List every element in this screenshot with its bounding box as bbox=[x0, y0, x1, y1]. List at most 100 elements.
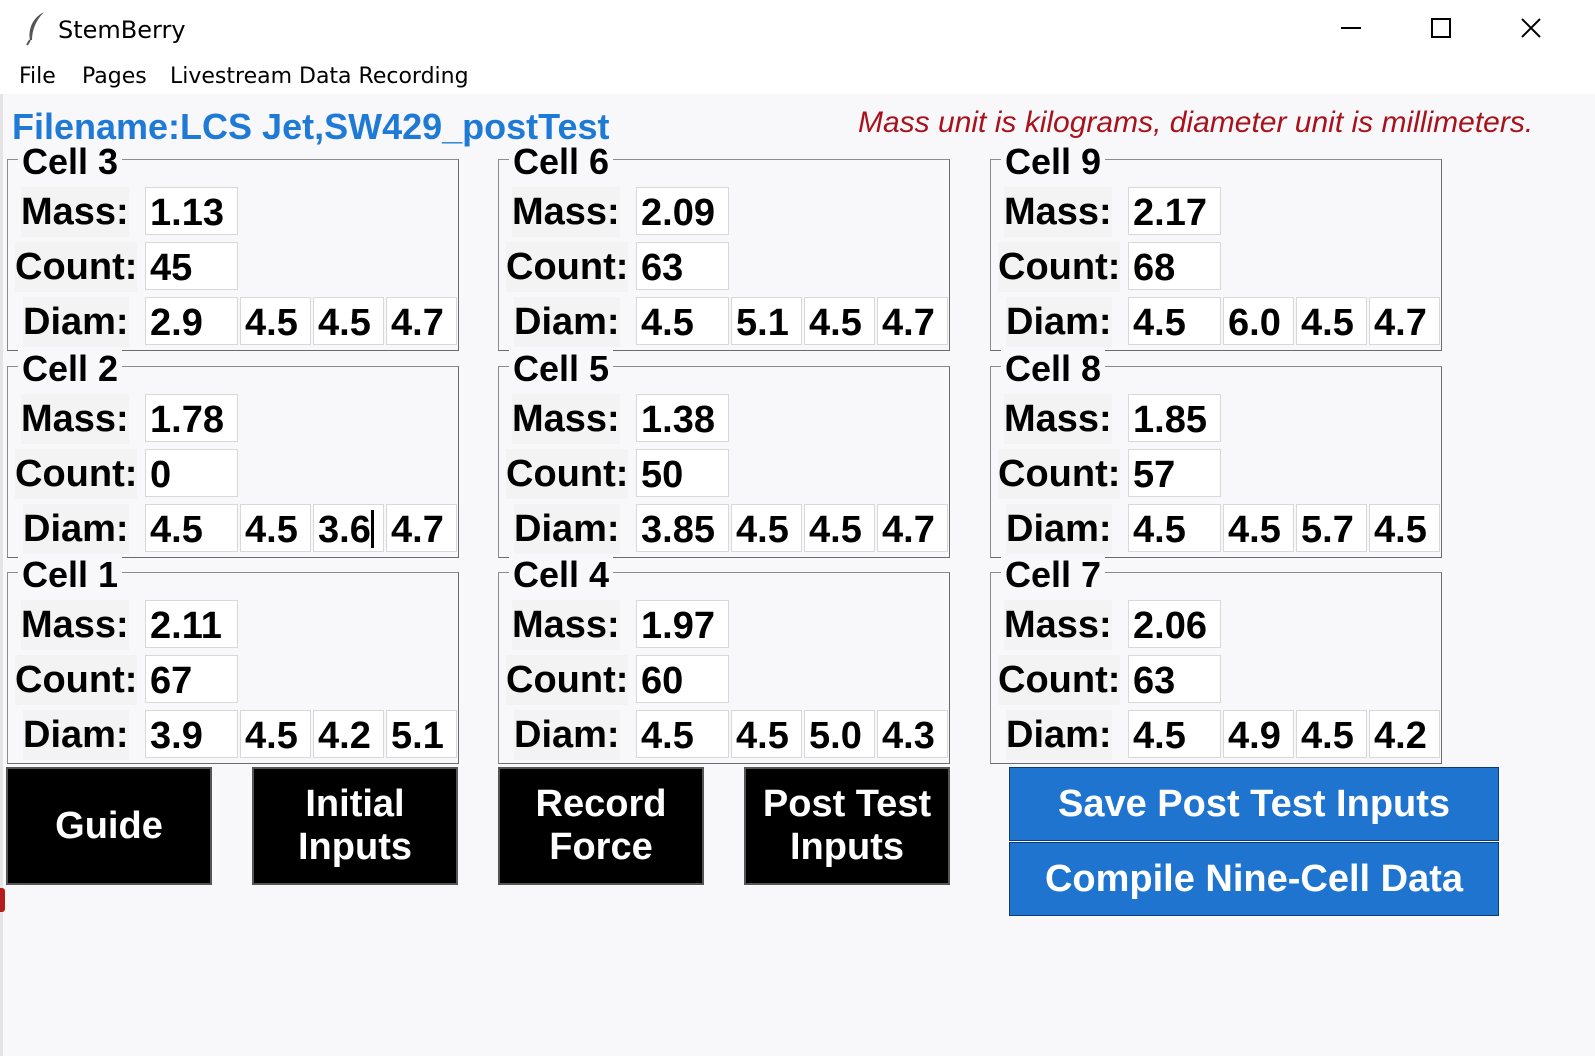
record-force-button[interactable]: Record Force bbox=[498, 767, 704, 885]
diam-input-value: 4.5 bbox=[1133, 715, 1186, 757]
maximize-button[interactable] bbox=[1396, 0, 1486, 56]
diam-input[interactable]: 4.5 bbox=[1128, 504, 1221, 552]
diam-input[interactable]: 5.1 bbox=[731, 297, 802, 345]
diam-input[interactable]: 4.3 bbox=[877, 710, 948, 758]
count-input-value: 68 bbox=[1133, 247, 1176, 289]
diam-input[interactable]: 4.7 bbox=[1369, 297, 1440, 345]
count-input-value: 67 bbox=[150, 660, 193, 702]
save-post-test-inputs-button[interactable]: Save Post Test Inputs bbox=[1009, 767, 1499, 841]
diam-input[interactable]: 4.5 bbox=[804, 297, 875, 345]
diam-input-value: 4.7 bbox=[882, 302, 935, 344]
count-input[interactable]: 45 bbox=[145, 242, 238, 290]
diam-input[interactable]: 4.5 bbox=[731, 504, 802, 552]
menu-livestream-data-recording[interactable]: Livestream Data Recording bbox=[170, 64, 469, 89]
diam-input[interactable]: 5.0 bbox=[804, 710, 875, 758]
diam-input[interactable]: 4.5 bbox=[240, 504, 311, 552]
menu-pages[interactable]: Pages bbox=[82, 64, 147, 89]
diam-input-value: 4.7 bbox=[882, 509, 935, 551]
diam-input[interactable]: 4.5 bbox=[145, 504, 238, 552]
diam-input-value: 4.5 bbox=[641, 715, 694, 757]
diam-label: Diam: bbox=[514, 297, 620, 347]
count-input[interactable]: 0 bbox=[145, 449, 238, 497]
compile-nine-cell-data-button[interactable]: Compile Nine-Cell Data bbox=[1009, 842, 1499, 916]
diam-input[interactable]: 4.7 bbox=[386, 504, 457, 552]
diam-input-value: 4.2 bbox=[1374, 715, 1427, 757]
menu-file[interactable]: File bbox=[19, 64, 56, 89]
mass-input-value: 1.78 bbox=[150, 399, 224, 441]
close-button[interactable] bbox=[1486, 0, 1576, 56]
mass-input[interactable]: 2.11 bbox=[145, 600, 238, 648]
diam-input[interactable]: 4.5 bbox=[1128, 297, 1221, 345]
diam-input[interactable]: 3.85 bbox=[636, 504, 729, 552]
diam-input-value: 2.9 bbox=[150, 302, 203, 344]
cell-title: Cell 6 bbox=[509, 142, 614, 182]
count-input[interactable]: 68 bbox=[1128, 242, 1221, 290]
diam-input-value: 4.5 bbox=[150, 509, 203, 551]
diam-input-value: 5.1 bbox=[736, 302, 789, 344]
diam-input[interactable]: 2.9 bbox=[145, 297, 238, 345]
count-label: Count: bbox=[506, 242, 629, 292]
diam-input[interactable]: 4.7 bbox=[877, 504, 948, 552]
menu-bar: File Pages Livestream Data Recording bbox=[0, 56, 1595, 94]
mass-label: Mass: bbox=[512, 187, 620, 237]
diam-input[interactable]: 4.5 bbox=[636, 297, 729, 345]
diam-input[interactable]: 4.2 bbox=[313, 710, 384, 758]
mass-input[interactable]: 1.85 bbox=[1128, 394, 1221, 442]
diam-input[interactable]: 5.7 bbox=[1296, 504, 1367, 552]
diam-input[interactable]: 4.5 bbox=[1296, 297, 1367, 345]
diam-input[interactable]: 4.5 bbox=[1128, 710, 1221, 758]
count-input[interactable]: 50 bbox=[636, 449, 729, 497]
diam-input[interactable]: 4.5 bbox=[240, 710, 311, 758]
diam-input[interactable]: 4.7 bbox=[877, 297, 948, 345]
diam-label: Diam: bbox=[23, 297, 129, 347]
cell-panel: Cell 2 Mass: 1.78 Count: 0 Diam: 4.5 4.5 3.6 4.7 bbox=[7, 349, 459, 558]
diam-input[interactable]: 4.7 bbox=[386, 297, 457, 345]
mass-input-value: 1.13 bbox=[150, 192, 224, 234]
guide-button[interactable]: Guide bbox=[6, 767, 212, 885]
count-input[interactable]: 57 bbox=[1128, 449, 1221, 497]
mass-input-value: 1.38 bbox=[641, 399, 715, 441]
unit-note: Mass unit is kilograms, diameter unit is… bbox=[858, 106, 1534, 139]
mass-label: Mass: bbox=[1004, 187, 1112, 237]
mass-input[interactable]: 1.97 bbox=[636, 600, 729, 648]
diam-input[interactable]: 4.5 bbox=[636, 710, 729, 758]
diam-input[interactable]: 4.5 bbox=[313, 297, 384, 345]
count-input[interactable]: 67 bbox=[145, 655, 238, 703]
diam-input[interactable]: 4.5 bbox=[1369, 504, 1440, 552]
diam-input[interactable]: 4.5 bbox=[731, 710, 802, 758]
diam-input-value: 5.7 bbox=[1301, 509, 1354, 551]
mass-input[interactable]: 2.06 bbox=[1128, 600, 1221, 648]
diam-input-value: 4.9 bbox=[1228, 715, 1281, 757]
count-label: Count: bbox=[998, 242, 1121, 292]
initial-inputs-button[interactable]: Initial Inputs bbox=[252, 767, 458, 885]
mass-input[interactable]: 1.13 bbox=[145, 187, 238, 235]
cell-title: Cell 9 bbox=[1001, 142, 1106, 182]
minimize-button[interactable] bbox=[1306, 0, 1396, 56]
diam-input-value: 4.3 bbox=[882, 715, 935, 757]
diam-input[interactable]: 6.0 bbox=[1223, 297, 1294, 345]
diam-label: Diam: bbox=[514, 710, 620, 760]
diam-input[interactable]: 4.5 bbox=[1223, 504, 1294, 552]
count-input[interactable]: 60 bbox=[636, 655, 729, 703]
diam-input[interactable]: 5.1 bbox=[386, 710, 457, 758]
mass-input[interactable]: 1.38 bbox=[636, 394, 729, 442]
diam-input[interactable]: 4.2 bbox=[1369, 710, 1440, 758]
mass-input[interactable]: 1.78 bbox=[145, 394, 238, 442]
diam-input[interactable]: 4.5 bbox=[1296, 710, 1367, 758]
count-input[interactable]: 63 bbox=[636, 242, 729, 290]
count-input-value: 45 bbox=[150, 247, 193, 289]
mass-input[interactable]: 2.09 bbox=[636, 187, 729, 235]
cell-panel: Cell 3 Mass: 1.13 Count: 45 Diam: 2.9 4.5 4.5 4.7 bbox=[7, 142, 459, 351]
diam-input-value: 4.5 bbox=[641, 302, 694, 344]
diam-input[interactable]: 4.5 bbox=[240, 297, 311, 345]
diam-input[interactable]: 3.6 bbox=[313, 504, 384, 552]
mass-input-value: 1.85 bbox=[1133, 399, 1207, 441]
diam-label: Diam: bbox=[1006, 297, 1112, 347]
diam-input[interactable]: 3.9 bbox=[145, 710, 238, 758]
post-test-inputs-button[interactable]: Post Test Inputs bbox=[744, 767, 950, 885]
mass-input[interactable]: 2.17 bbox=[1128, 187, 1221, 235]
diam-input[interactable]: 4.5 bbox=[804, 504, 875, 552]
diam-input-value: 4.5 bbox=[1374, 509, 1427, 551]
diam-input[interactable]: 4.9 bbox=[1223, 710, 1294, 758]
count-input[interactable]: 63 bbox=[1128, 655, 1221, 703]
